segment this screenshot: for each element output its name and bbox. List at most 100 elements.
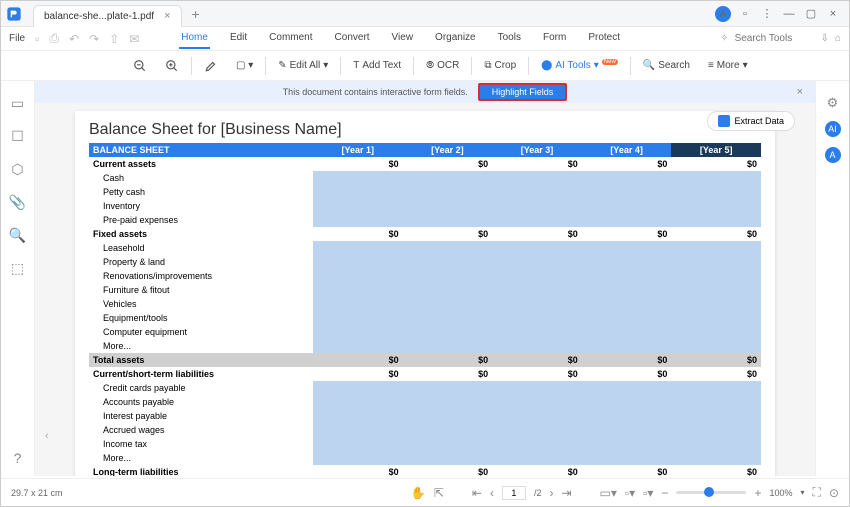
first-page-icon[interactable]: ⇤ [472, 486, 482, 500]
cell-value[interactable] [582, 451, 672, 465]
cell-value[interactable] [582, 325, 672, 339]
cell-value[interactable] [403, 423, 493, 437]
cell-value[interactable] [492, 185, 582, 199]
cell-value[interactable] [313, 325, 403, 339]
cell-value[interactable] [582, 339, 672, 353]
cell-value[interactable] [492, 199, 582, 213]
edit-all-button[interactable]: ✎ Edit All ▾ [272, 57, 334, 74]
cell-value[interactable] [403, 255, 493, 269]
cell-value[interactable] [582, 269, 672, 283]
tab-tools[interactable]: Tools [496, 28, 523, 49]
cell-value[interactable] [313, 269, 403, 283]
fit-page-icon[interactable]: ▭▾ [600, 486, 617, 500]
cell-value[interactable] [313, 409, 403, 423]
cell-value[interactable] [403, 325, 493, 339]
cell-value[interactable] [492, 437, 582, 451]
page-number-input[interactable] [502, 486, 526, 500]
tab-form[interactable]: Form [541, 28, 568, 49]
document-tab[interactable]: balance-she...plate-1.pdf × [33, 5, 182, 27]
prev-page-icon[interactable]: ‹ [490, 486, 494, 500]
cell-value[interactable] [313, 451, 403, 465]
cell-value[interactable] [492, 171, 582, 185]
file-menu[interactable]: File [9, 33, 25, 44]
tab-organize[interactable]: Organize [433, 28, 478, 49]
cell-value[interactable] [313, 297, 403, 311]
highlight-fields-button[interactable]: Highlight Fields [478, 83, 568, 101]
thumbnails-icon[interactable]: ▭ [11, 95, 24, 112]
hand-tool-icon[interactable]: ✋ [411, 486, 426, 500]
zoom-thumb[interactable] [704, 487, 714, 497]
adjust-icon[interactable]: ⚙ [827, 95, 839, 111]
last-page-icon[interactable]: ⇥ [561, 486, 571, 500]
tab-view[interactable]: View [390, 28, 416, 49]
tab-home[interactable]: Home [179, 28, 210, 49]
tab-edit[interactable]: Edit [228, 28, 249, 49]
cell-value[interactable] [492, 213, 582, 227]
cell-value[interactable] [313, 437, 403, 451]
cell-value[interactable] [403, 283, 493, 297]
cell-value[interactable] [582, 395, 672, 409]
add-text-button[interactable]: T Add Text [347, 57, 407, 74]
cell-value[interactable] [582, 437, 672, 451]
ai-panel-icon[interactable]: AI [825, 121, 841, 137]
cell-value[interactable] [313, 213, 403, 227]
cell-value[interactable] [582, 255, 672, 269]
cell-value[interactable] [671, 171, 761, 185]
search-panel-icon[interactable]: 🔍 [9, 227, 26, 244]
cell-value[interactable] [492, 297, 582, 311]
ocr-button[interactable]: ⦾ OCR [420, 57, 465, 74]
redo-icon[interactable]: ↷ [89, 32, 99, 46]
select-tool-icon[interactable]: ⇱ [434, 486, 444, 500]
cell-value[interactable] [671, 423, 761, 437]
layers-icon[interactable]: ⬚ [11, 260, 24, 277]
cell-value[interactable] [403, 269, 493, 283]
cell-value[interactable] [403, 311, 493, 325]
cell-value[interactable] [671, 297, 761, 311]
cell-value[interactable] [492, 395, 582, 409]
cell-value[interactable] [671, 437, 761, 451]
print-icon[interactable]: ⎙ [49, 31, 59, 46]
cell-value[interactable] [671, 199, 761, 213]
translate-panel-icon[interactable]: A [825, 147, 841, 163]
add-tab-button[interactable]: + [192, 6, 200, 22]
next-page-icon[interactable]: › [549, 486, 553, 500]
cell-value[interactable] [582, 213, 672, 227]
cell-value[interactable] [492, 283, 582, 297]
window-minimize-icon[interactable]: — [781, 6, 797, 22]
cell-value[interactable] [582, 381, 672, 395]
window-bookmark-icon[interactable]: ▫ [737, 6, 753, 22]
close-tab-icon[interactable]: × [164, 10, 170, 22]
cell-value[interactable] [313, 283, 403, 297]
cell-value[interactable] [582, 409, 672, 423]
tools-search-input[interactable] [735, 33, 815, 44]
ai-tools-button[interactable]: ⬤ AI Tools ▾New [535, 57, 624, 74]
cell-value[interactable] [492, 451, 582, 465]
cell-value[interactable] [313, 423, 403, 437]
cell-value[interactable] [313, 255, 403, 269]
read-mode-icon[interactable]: ⊙ [829, 486, 839, 500]
tab-convert[interactable]: Convert [333, 28, 372, 49]
cell-value[interactable] [582, 297, 672, 311]
cell-value[interactable] [403, 437, 493, 451]
cell-value[interactable] [403, 213, 493, 227]
zoom-out-button[interactable] [127, 56, 153, 76]
download-icon[interactable]: ⇩ [821, 33, 829, 44]
help-icon[interactable]: ? [14, 450, 22, 466]
window-maximize-icon[interactable]: ▢ [803, 6, 819, 22]
shield-icon[interactable]: ⬡ [11, 161, 23, 178]
cell-value[interactable] [403, 199, 493, 213]
zoom-in-button[interactable] [159, 56, 185, 76]
zoom-slider[interactable] [676, 491, 746, 494]
cell-value[interactable] [671, 381, 761, 395]
user-badge[interactable]: A [715, 6, 731, 22]
cell-value[interactable] [671, 339, 761, 353]
cell-value[interactable] [313, 199, 403, 213]
zoom-out-sb-icon[interactable]: − [661, 486, 668, 500]
cell-value[interactable] [492, 255, 582, 269]
cell-value[interactable] [403, 451, 493, 465]
cell-value[interactable] [582, 199, 672, 213]
window-close-icon[interactable]: × [825, 6, 841, 22]
cell-value[interactable] [403, 395, 493, 409]
cell-value[interactable] [582, 423, 672, 437]
cell-value[interactable] [313, 339, 403, 353]
